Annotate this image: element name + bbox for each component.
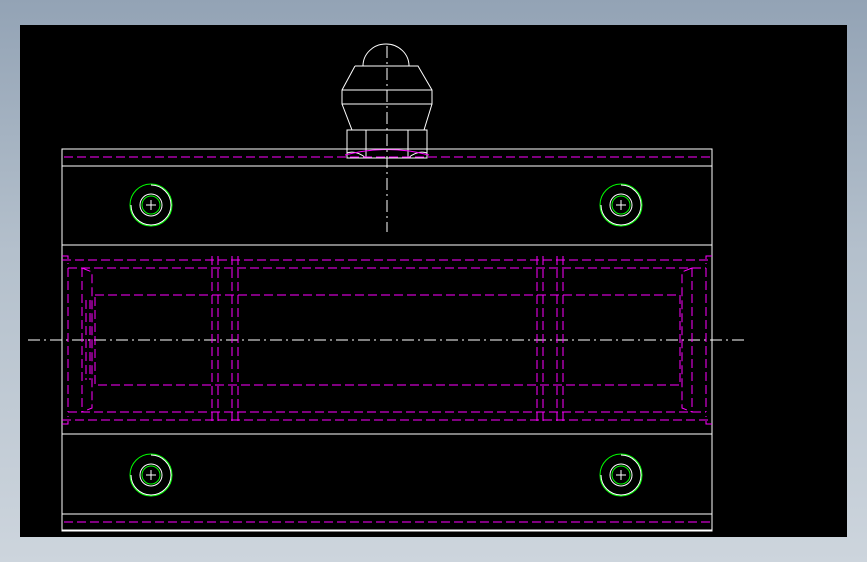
cad-viewport[interactable] <box>20 25 847 537</box>
mounting-hole-bottom-left <box>129 453 173 497</box>
crosshair-icon <box>146 200 156 210</box>
mounting-hole-bottom-right <box>599 453 643 497</box>
crosshair-icon <box>616 200 626 210</box>
mounting-hole-top-left <box>129 183 173 227</box>
technical-drawing <box>28 43 748 532</box>
mounting-hole-top-right <box>599 183 643 227</box>
crosshair-icon <box>616 470 626 480</box>
nipple-dome <box>362 43 410 67</box>
crosshair-icon <box>146 470 156 480</box>
